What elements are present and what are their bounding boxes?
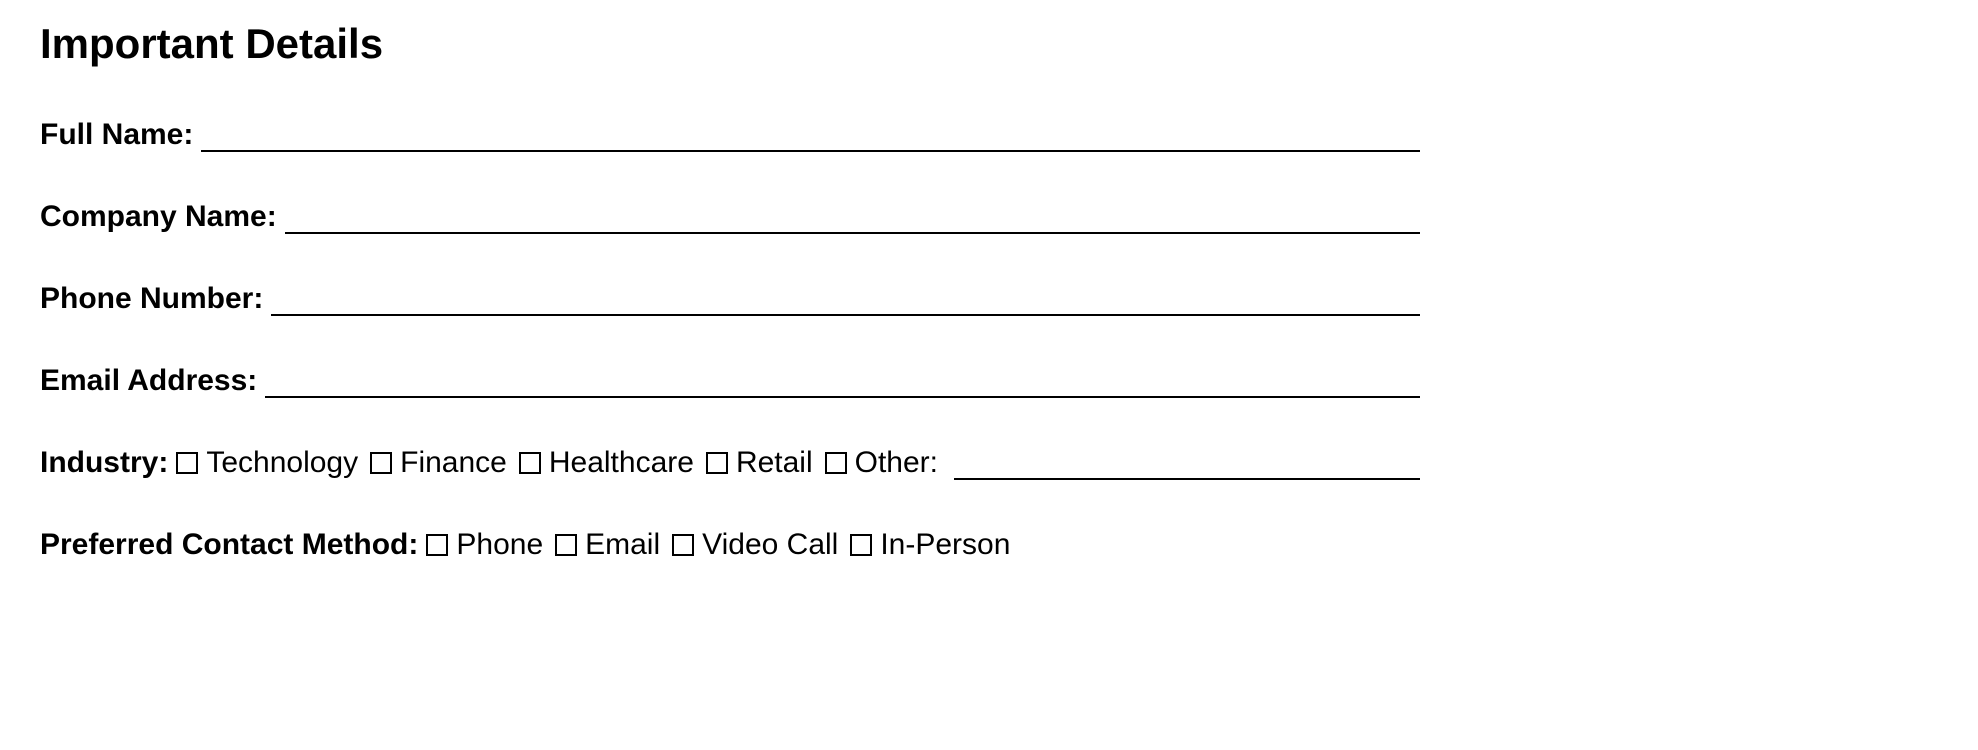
phone-number-field: Phone Number: <box>40 282 1420 316</box>
checkbox-icon[interactable] <box>825 452 847 474</box>
checkbox-icon[interactable] <box>370 452 392 474</box>
company-name-label: Company Name: <box>40 200 277 234</box>
industry-option-technology-label: Technology <box>206 446 358 480</box>
contact-method-option-phone-label: Phone <box>456 528 543 562</box>
industry-label: Industry: <box>40 446 168 480</box>
full-name-input-line[interactable] <box>201 122 1420 152</box>
checkbox-icon[interactable] <box>176 452 198 474</box>
industry-option-other-label: Other: <box>855 446 938 480</box>
checkbox-icon[interactable] <box>706 452 728 474</box>
phone-number-label: Phone Number: <box>40 282 263 316</box>
industry-option-technology[interactable]: Technology <box>176 446 358 480</box>
contact-method-label: Preferred Contact Method: <box>40 528 418 562</box>
industry-option-healthcare[interactable]: Healthcare <box>519 446 694 480</box>
industry-option-healthcare-label: Healthcare <box>549 446 694 480</box>
contact-method-option-email[interactable]: Email <box>555 528 660 562</box>
checkbox-icon[interactable] <box>850 534 872 556</box>
checkbox-icon[interactable] <box>426 534 448 556</box>
contact-method-option-phone[interactable]: Phone <box>426 528 543 562</box>
industry-option-other[interactable]: Other: <box>825 446 938 480</box>
contact-method-option-video-call[interactable]: Video Call <box>672 528 838 562</box>
contact-method-option-in-person-label: In-Person <box>880 528 1010 562</box>
industry-option-finance[interactable]: Finance <box>370 446 507 480</box>
section-title: Important Details <box>40 20 1938 68</box>
email-address-label: Email Address: <box>40 364 257 398</box>
industry-option-retail-label: Retail <box>736 446 813 480</box>
contact-method-field: Preferred Contact Method: Phone Email Vi… <box>40 528 1938 562</box>
industry-option-retail[interactable]: Retail <box>706 446 813 480</box>
contact-method-option-email-label: Email <box>585 528 660 562</box>
company-name-input-line[interactable] <box>285 204 1420 234</box>
contact-method-option-in-person[interactable]: In-Person <box>850 528 1010 562</box>
industry-other-input-line[interactable] <box>954 450 1420 480</box>
email-address-input-line[interactable] <box>265 368 1420 398</box>
checkbox-icon[interactable] <box>519 452 541 474</box>
company-name-field: Company Name: <box>40 200 1420 234</box>
phone-number-input-line[interactable] <box>271 286 1420 316</box>
checkbox-icon[interactable] <box>672 534 694 556</box>
checkbox-icon[interactable] <box>555 534 577 556</box>
industry-option-finance-label: Finance <box>400 446 507 480</box>
contact-method-option-video-call-label: Video Call <box>702 528 838 562</box>
email-address-field: Email Address: <box>40 364 1420 398</box>
full-name-label: Full Name: <box>40 118 193 152</box>
industry-field: Industry: Technology Finance Healthcare … <box>40 446 1420 480</box>
full-name-field: Full Name: <box>40 118 1420 152</box>
